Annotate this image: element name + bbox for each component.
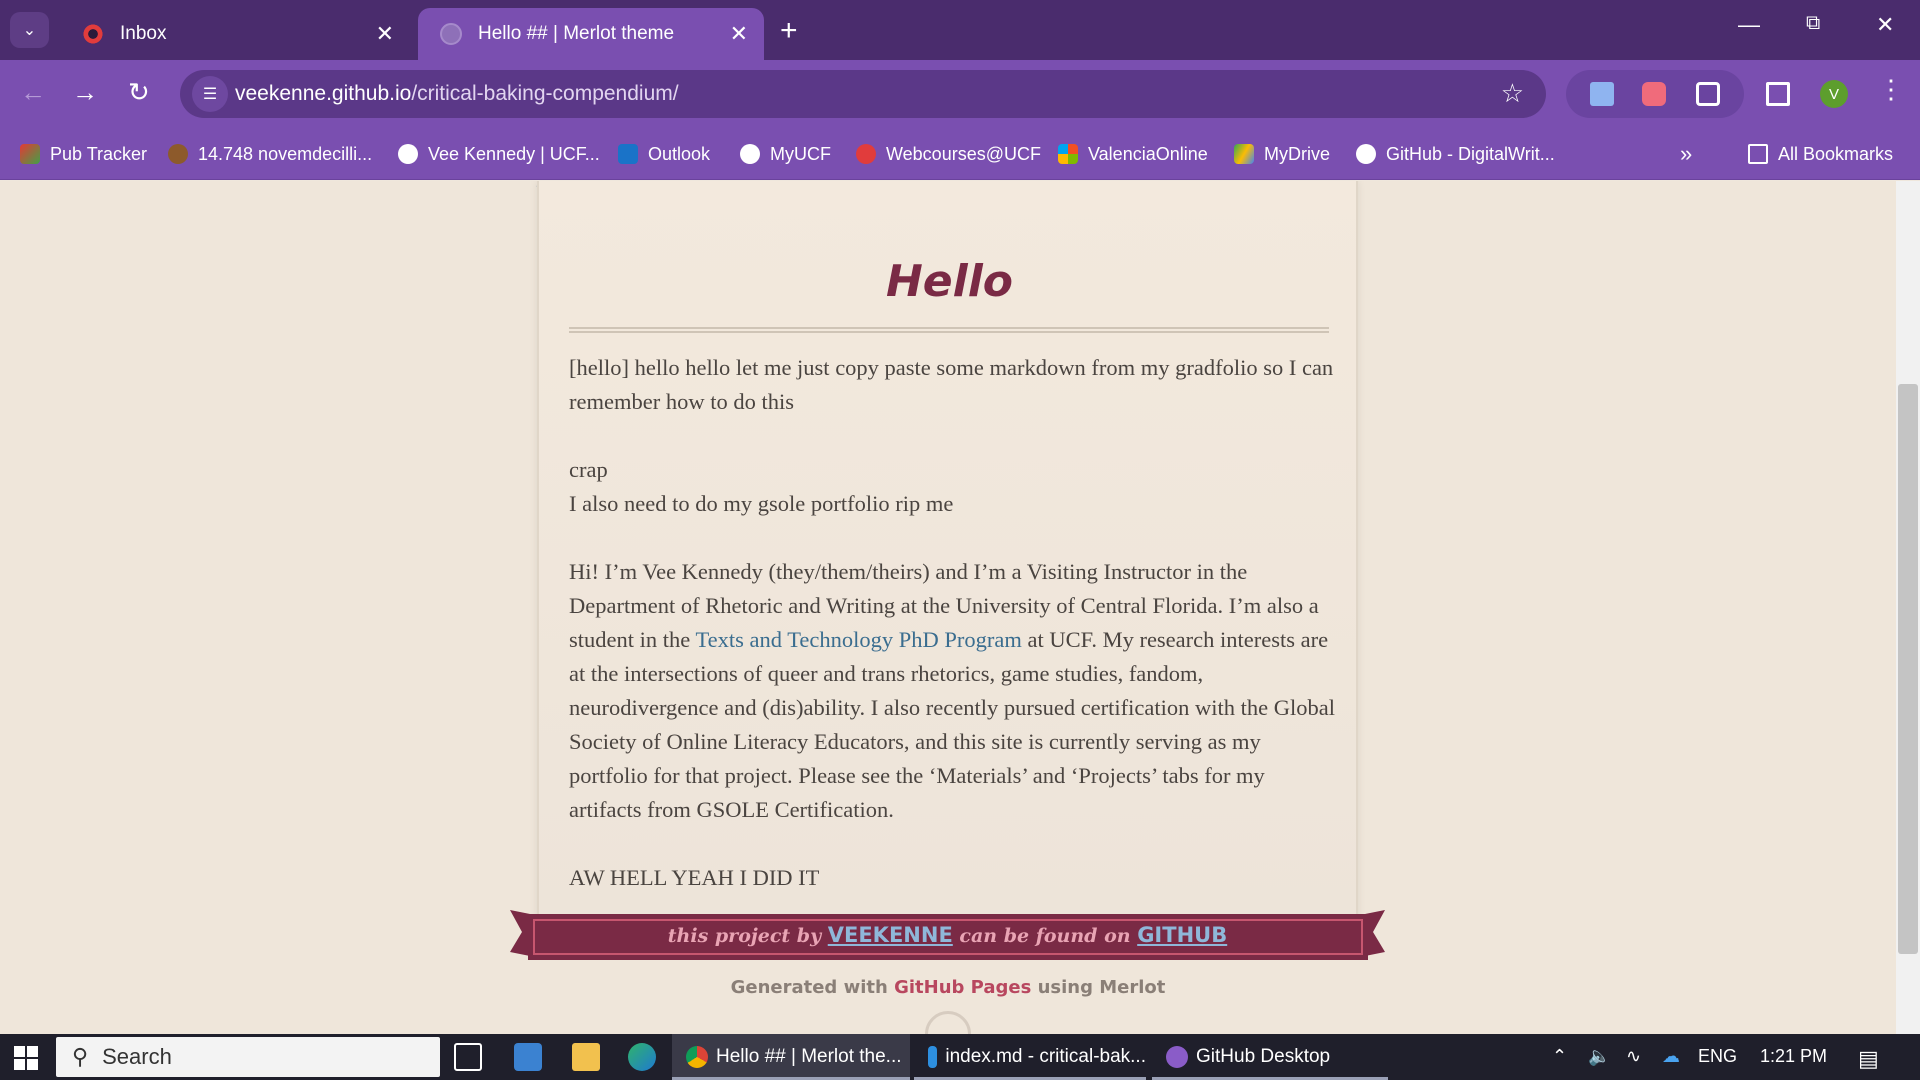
back-button[interactable]: ←: [20, 77, 46, 108]
wifi-icon[interactable]: ∿: [1626, 1046, 1641, 1067]
web-page: Hello [hello] hello hello let me just co…: [0, 181, 1896, 1034]
texts-technology-link[interactable]: Texts and Technology PhD Program: [695, 627, 1021, 652]
url-text[interactable]: veekenne.github.io/critical-baking-compe…: [235, 82, 679, 106]
github-icon: [1356, 144, 1376, 164]
globe-icon: [740, 144, 760, 164]
globe-icon: [440, 23, 462, 45]
file-explorer-icon[interactable]: [572, 1043, 600, 1071]
bio-paragraph: Hi! I’m Vee Kennedy (they/them/theirs) a…: [569, 559, 1335, 822]
windows-start-icon[interactable]: [14, 1046, 38, 1070]
title-divider: [569, 327, 1329, 333]
site-info-icon[interactable]: ☰: [192, 76, 228, 112]
bookmark-item[interactable]: GitHub - DigitalWrit...: [1356, 142, 1555, 166]
chevron-down-icon: ⌄: [22, 22, 37, 39]
edge-icon[interactable]: [628, 1043, 656, 1071]
taskbar-app-chrome[interactable]: Hello ## | Merlot the...: [672, 1034, 910, 1080]
browser-toolbar: ← → ↻ ☰ veekenne.github.io/critical-baki…: [0, 60, 1920, 128]
bookmark-item[interactable]: Webcourses@UCF: [856, 142, 1041, 166]
bookmark-item[interactable]: MyDrive: [1234, 142, 1330, 166]
minimize-button[interactable]: —: [1738, 12, 1760, 38]
github-pages-link[interactable]: GitHub Pages: [894, 977, 1031, 998]
bookmarks-bar: Pub Tracker 14.748 novemdecilli... Vee K…: [0, 128, 1920, 180]
more-bookmarks-icon[interactable]: »: [1680, 141, 1692, 166]
paragraph: crap I also need to do my gsole portfoli…: [569, 457, 954, 516]
close-window-button[interactable]: ✕: [1876, 12, 1894, 38]
reload-button[interactable]: ↻: [128, 77, 150, 108]
close-icon[interactable]: ✕: [376, 23, 394, 45]
address-bar[interactable]: ☰ veekenne.github.io/critical-baking-com…: [180, 70, 1546, 118]
tab-inbox[interactable]: Inbox ✕: [60, 8, 410, 60]
bookmark-item[interactable]: MyUCF: [740, 142, 831, 166]
new-tab-button[interactable]: +: [780, 14, 798, 48]
search-icon: ⚲: [72, 1044, 89, 1069]
volume-icon[interactable]: 🔈: [1588, 1046, 1610, 1067]
bookmark-item[interactable]: Pub Tracker: [20, 142, 147, 166]
language-indicator[interactable]: ENG: [1698, 1046, 1737, 1067]
puzzle-extensions-icon[interactable]: [1696, 82, 1720, 106]
canvas-icon: [82, 23, 104, 45]
store-icon[interactable]: [514, 1043, 542, 1071]
chevron-up-icon[interactable]: ⌃: [1552, 1046, 1567, 1067]
tab-title: Inbox: [120, 23, 167, 44]
tab-search-button[interactable]: ⌄: [10, 12, 49, 48]
github-link[interactable]: GITHUB: [1137, 923, 1227, 947]
page-title: Hello: [885, 256, 1014, 307]
bookmark-item[interactable]: 14.748 novemdecilli...: [168, 142, 372, 166]
generated-note: Generated with GitHub Pages using Merlot: [730, 977, 1166, 998]
github-desktop-icon: [1166, 1046, 1188, 1068]
outlook-icon: [618, 144, 638, 164]
octocat-icon: [925, 1011, 971, 1034]
canvas-icon: [856, 144, 876, 164]
tab-merlot[interactable]: Hello ## | Merlot theme ✕: [418, 8, 764, 60]
onedrive-icon[interactable]: ☁: [1662, 1046, 1680, 1067]
record-extension-icon[interactable]: [1642, 82, 1666, 106]
bookmark-item[interactable]: Vee Kennedy | UCF...: [398, 142, 600, 166]
profile-avatar[interactable]: V: [1820, 80, 1848, 108]
forward-button[interactable]: →: [72, 77, 98, 108]
cookie-icon: [168, 144, 188, 164]
paragraph: AW HELL YEAH I DID IT: [569, 865, 820, 890]
paragraph: [hello] hello hello let me just copy pas…: [569, 355, 1334, 414]
extensions-group: [1566, 70, 1744, 118]
article-body: [hello] hello hello let me just copy pas…: [569, 351, 1339, 929]
folder-icon: [1748, 144, 1768, 164]
bookmark-star-icon[interactable]: ☆: [1501, 78, 1524, 109]
drive-icon: [1234, 144, 1254, 164]
menu-dots-icon[interactable]: ⋮: [1878, 74, 1904, 105]
project-credit: this project by VEEKENNE can be found on…: [667, 923, 1228, 947]
tab-strip: ⌄ Inbox ✕ Hello ## | Merlot theme ✕ + — …: [0, 0, 1920, 60]
bookmark-item[interactable]: Outlook: [618, 142, 710, 166]
vscode-icon: [928, 1046, 938, 1068]
close-icon[interactable]: ✕: [730, 23, 748, 45]
taskbar-app-github-desktop[interactable]: GitHub Desktop: [1152, 1034, 1388, 1080]
pub-tracker-icon: [20, 144, 40, 164]
task-view-icon[interactable]: [454, 1043, 482, 1071]
content-card: Hello [hello] hello hello let me just co…: [537, 181, 1358, 921]
clock[interactable]: 1:21 PM: [1760, 1046, 1827, 1067]
windows-taskbar: ⚲ Search Hello ## | Merlot the... index.…: [0, 1034, 1920, 1080]
side-panel-icon[interactable]: [1766, 82, 1790, 106]
all-bookmarks[interactable]: All Bookmarks: [1748, 142, 1893, 166]
microsoft-icon: [1058, 144, 1078, 164]
chrome-icon: [686, 1046, 708, 1068]
globe-icon: [398, 144, 418, 164]
scroll-thumb[interactable]: [1898, 384, 1918, 954]
tab-title: Hello ## | Merlot theme: [478, 23, 675, 44]
restore-button[interactable]: ⧉: [1806, 12, 1820, 35]
taskbar-app-vscode[interactable]: index.md - critical-bak...: [914, 1034, 1146, 1080]
veekenne-link[interactable]: VEEKENNE: [828, 923, 953, 947]
docs-extension-icon[interactable]: [1590, 82, 1614, 106]
taskbar-search[interactable]: ⚲ Search: [56, 1037, 440, 1077]
bookmark-item[interactable]: ValenciaOnline: [1058, 142, 1208, 166]
notifications-icon[interactable]: ▤: [1858, 1046, 1879, 1072]
